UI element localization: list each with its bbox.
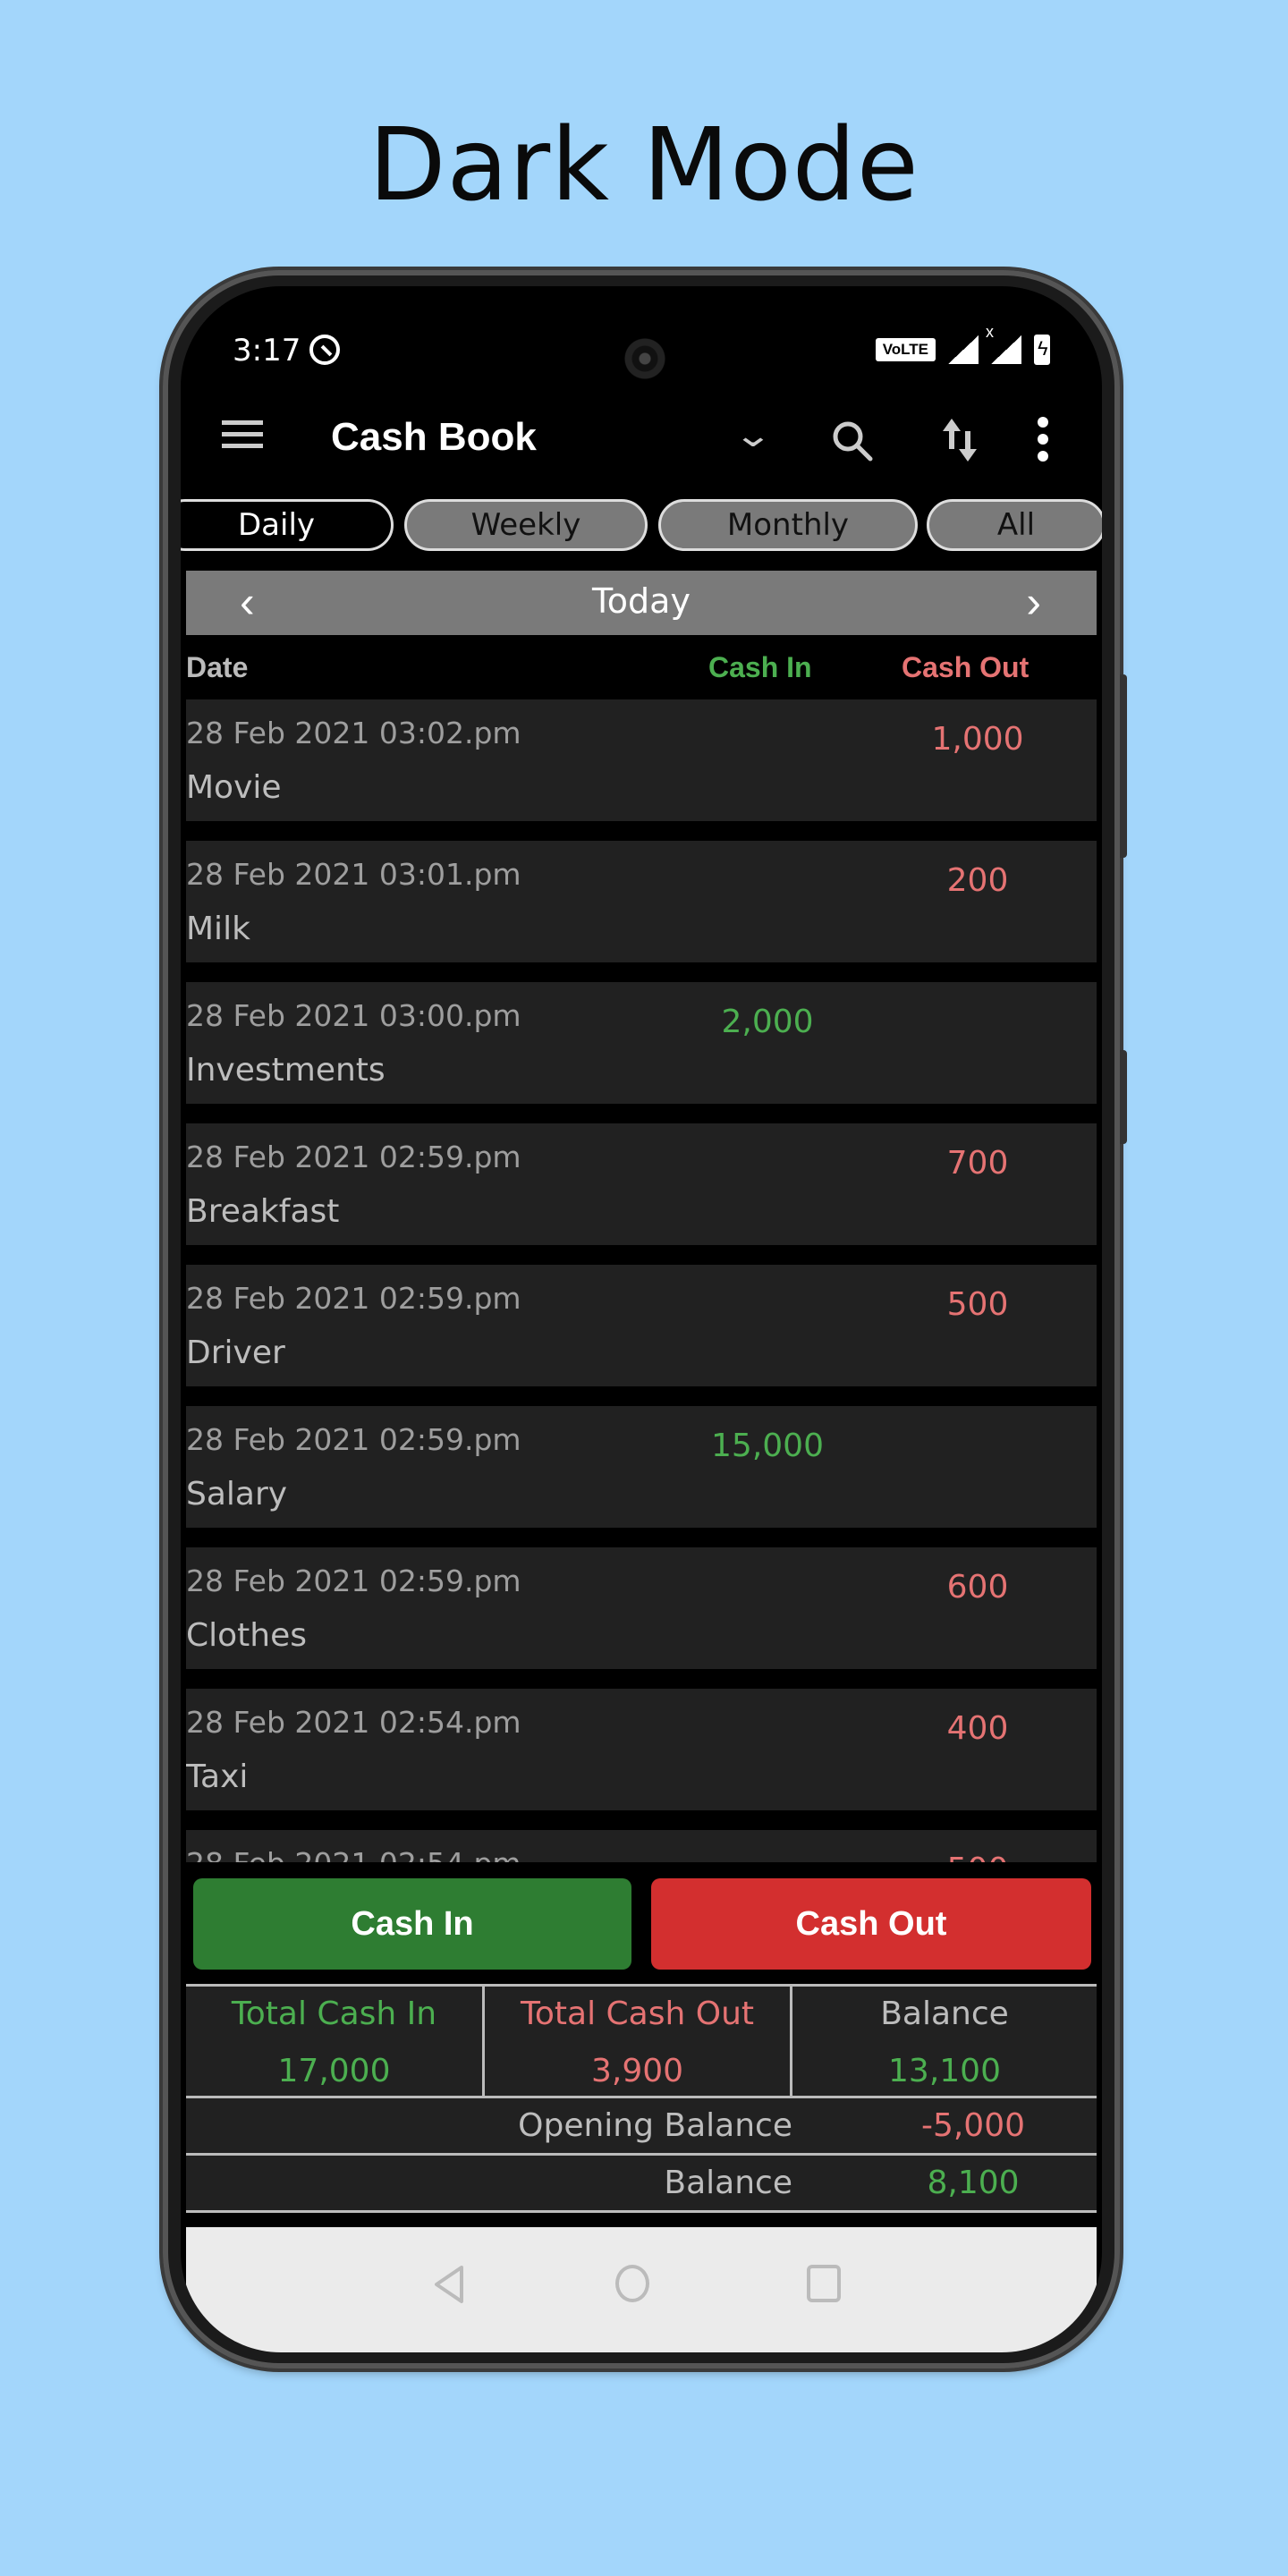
tab-monthly[interactable]: Monthly <box>658 499 918 551</box>
cash-out-button[interactable]: Cash Out <box>651 1878 1091 1970</box>
balance-label: Balance <box>880 1996 1009 2032</box>
total-cash-in-label: Total Cash In <box>231 1996 437 2032</box>
entry-cash-in: 2,000 <box>721 1004 814 1040</box>
entries-list[interactable]: 28 Feb 2021 03:02.pm Movie 1,000 28 Feb … <box>186 699 1097 1878</box>
entry-row[interactable]: 28 Feb 2021 02:59.pm Clothes 600 <box>186 1547 1097 1669</box>
app-bar: Cash Book ⌄ <box>186 385 1097 490</box>
entry-cash-out: 500 <box>946 1286 1009 1323</box>
entry-datetime: 28 Feb 2021 02:59.pm <box>186 1563 521 1598</box>
entry-description: Salary <box>186 1476 288 1513</box>
volte-icon: VoLTE <box>875 338 936 361</box>
entry-row[interactable]: 28 Feb 2021 03:00.pm Investments 2,000 <box>186 982 1097 1104</box>
column-cash-out: Cash Out <box>902 651 1030 683</box>
final-balance-row: Balance 8,100 <box>186 2156 1097 2213</box>
tab-daily[interactable]: Daily <box>181 499 394 551</box>
status-time: 3:17 <box>233 333 301 369</box>
opening-balance-label: Opening Balance <box>518 2107 792 2144</box>
phone-frame: 3:17 VoLTE Cash Book ⌄ <box>163 270 1127 2368</box>
entry-description: Milk <box>186 911 250 947</box>
entry-datetime: 28 Feb 2021 02:54.pm <box>186 1705 521 1740</box>
final-balance-label: Balance <box>664 2165 792 2201</box>
entry-row[interactable]: 28 Feb 2021 02:59.pm Breakfast 700 <box>186 1123 1097 1245</box>
entry-description: Investments <box>186 1052 386 1089</box>
more-vert-icon[interactable] <box>1034 417 1052 465</box>
date-range-label: Today <box>592 581 691 621</box>
final-balance-value: 8,100 <box>927 2165 1020 2201</box>
entry-datetime: 28 Feb 2021 02:59.pm <box>186 1281 521 1316</box>
status-bar: 3:17 VoLTE <box>186 313 1097 385</box>
cash-in-button[interactable]: Cash In <box>193 1878 631 1970</box>
entry-row[interactable]: 28 Feb 2021 03:01.pm Milk 200 <box>186 841 1097 962</box>
date-navigator: ‹ Today › <box>186 571 1097 635</box>
entry-datetime: 28 Feb 2021 03:02.pm <box>186 716 521 750</box>
entry-cash-out: 700 <box>946 1145 1009 1182</box>
power-button <box>1120 1050 1127 1144</box>
promo-title: Dark Mode <box>369 107 919 224</box>
entry-cash-out: 1,000 <box>931 721 1024 758</box>
phone-screen: 3:17 VoLTE Cash Book ⌄ <box>181 286 1102 2352</box>
entry-description: Taxi <box>186 1758 249 1795</box>
system-nav-bar <box>186 2227 1097 2352</box>
entry-description: Breakfast <box>186 1193 340 1230</box>
home-icon[interactable] <box>615 2265 649 2302</box>
search-icon[interactable] <box>830 419 875 463</box>
signal-icon <box>948 335 979 364</box>
volume-button <box>1120 674 1127 858</box>
total-cash-in-cell: Total Cash In 17,000 <box>186 1987 485 2096</box>
entry-datetime: 28 Feb 2021 03:00.pm <box>186 998 521 1033</box>
front-camera <box>623 336 667 381</box>
total-cash-in-value: 17,000 <box>277 2053 391 2089</box>
app-title: Cash Book <box>331 415 537 459</box>
total-cash-out-value: 3,900 <box>590 2053 684 2089</box>
entry-datetime: 28 Feb 2021 03:01.pm <box>186 857 521 892</box>
entry-cash-in: 15,000 <box>711 1428 824 1464</box>
period-tabs: Daily Weekly Monthly All <box>181 499 1102 555</box>
column-date: Date <box>186 651 249 683</box>
action-bar: Cash In Cash Out <box>186 1862 1097 1987</box>
entry-cash-out: 600 <box>946 1569 1009 1606</box>
totals-panel: Total Cash In 17,000 Total Cash Out 3,90… <box>186 1984 1097 2213</box>
entry-row[interactable]: 28 Feb 2021 03:02.pm Movie 1,000 <box>186 699 1097 821</box>
chevron-down-icon[interactable]: ⌄ <box>733 415 774 455</box>
tab-all[interactable]: All <box>927 499 1102 551</box>
column-header: Date Cash In Cash Out <box>186 637 1097 699</box>
recents-icon[interactable] <box>807 2265 841 2302</box>
entry-datetime: 28 Feb 2021 02:59.pm <box>186 1140 521 1174</box>
signal-no-data-icon <box>986 323 1021 364</box>
battery-charging-icon <box>1034 335 1050 365</box>
entry-row[interactable]: 28 Feb 2021 02:59.pm Driver 500 <box>186 1265 1097 1386</box>
back-icon[interactable] <box>431 2265 467 2304</box>
entry-row[interactable]: 28 Feb 2021 02:59.pm Salary 15,000 <box>186 1406 1097 1528</box>
data-saver-icon <box>309 335 340 365</box>
balance-value: 13,100 <box>888 2053 1001 2089</box>
total-cash-out-label: Total Cash Out <box>521 1996 754 2032</box>
tab-weekly[interactable]: Weekly <box>404 499 648 551</box>
sort-icon[interactable] <box>939 417 982 463</box>
balance-cell: Balance 13,100 <box>792 1987 1097 2096</box>
entry-cash-out: 400 <box>946 1710 1009 1747</box>
menu-icon[interactable] <box>222 420 263 449</box>
entry-datetime: 28 Feb 2021 02:59.pm <box>186 1422 521 1457</box>
entry-row[interactable]: 28 Feb 2021 02:54.pm Taxi 400 <box>186 1689 1097 1810</box>
totals-grid: Total Cash In 17,000 Total Cash Out 3,90… <box>186 1984 1097 2098</box>
entry-description: Clothes <box>186 1617 307 1654</box>
entry-description: Movie <box>186 769 282 806</box>
opening-balance-value: -5,000 <box>920 2107 1026 2144</box>
total-cash-out-cell: Total Cash Out 3,900 <box>485 1987 792 2096</box>
column-cash-in: Cash In <box>708 651 812 683</box>
entry-cash-out: 200 <box>946 862 1009 899</box>
opening-balance-row: Opening Balance -5,000 <box>186 2098 1097 2156</box>
chevron-right-icon[interactable]: › <box>1026 576 1041 628</box>
entry-description: Driver <box>186 1335 285 1371</box>
